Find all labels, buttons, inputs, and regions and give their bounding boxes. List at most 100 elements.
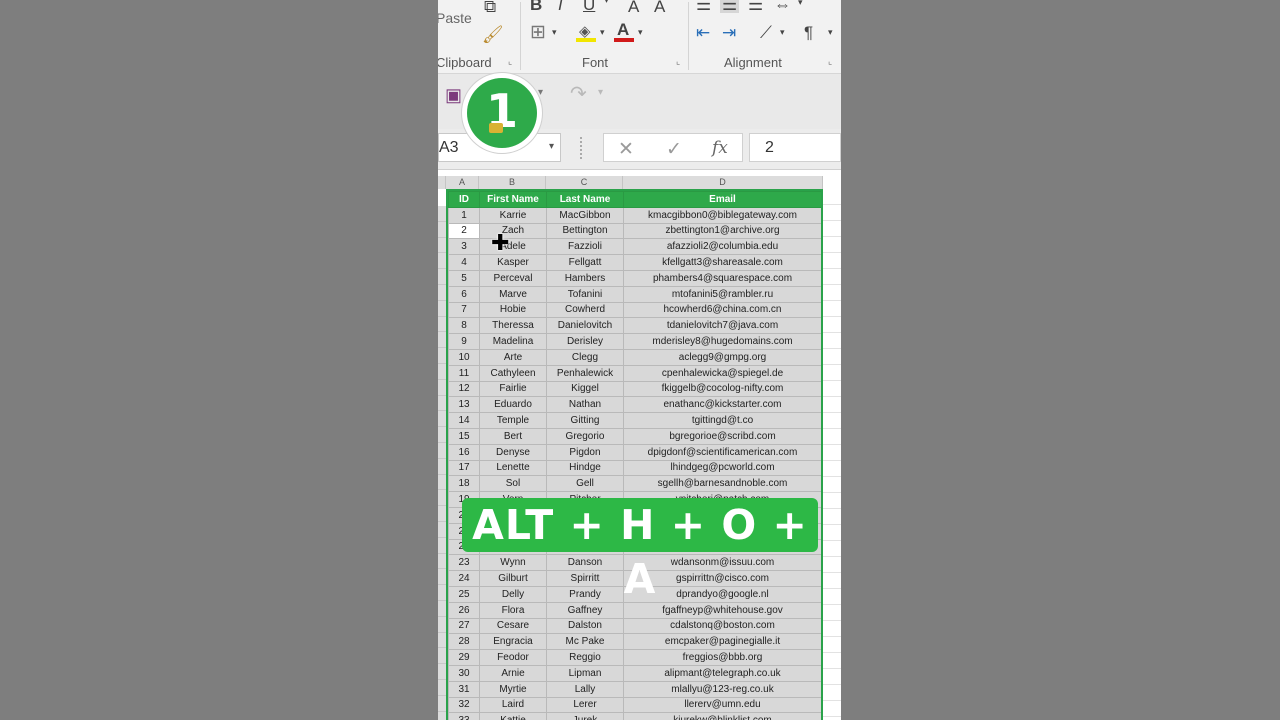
- cell-email[interactable]: kmacgibbon0@biblegateway.com: [623, 206, 822, 224]
- cell-first-name[interactable]: Madelina: [479, 333, 547, 350]
- cell-first-name[interactable]: Bert: [479, 427, 547, 445]
- cell-last-name[interactable]: Hindge: [546, 459, 624, 477]
- row-header[interactable]: [438, 553, 446, 570]
- cell-id[interactable]: 11: [448, 364, 480, 382]
- cell-email[interactable]: emcpaker@paginegialle.it: [623, 633, 822, 651]
- chevron-down-icon[interactable]: ▾: [638, 28, 643, 37]
- cell-email[interactable]: phambers4@squarespace.com: [623, 269, 822, 287]
- cell-first-name[interactable]: Engracia: [479, 633, 547, 651]
- formula-input[interactable]: 2: [749, 133, 841, 162]
- cell-id[interactable]: 14: [448, 412, 480, 429]
- cell-id[interactable]: 29: [448, 649, 480, 666]
- cell-last-name[interactable]: Danielovitch: [546, 317, 624, 335]
- align-right-icon[interactable]: ☰: [748, 0, 763, 13]
- grow-font-button[interactable]: A: [628, 0, 639, 15]
- column-header-b[interactable]: B: [479, 176, 546, 189]
- cell-last-name[interactable]: Jurek: [546, 712, 624, 720]
- align-left-icon[interactable]: ☰: [696, 0, 711, 13]
- row-header[interactable]: [438, 253, 446, 270]
- row-header[interactable]: [438, 680, 446, 696]
- cell-last-name[interactable]: Spirritt: [546, 570, 624, 587]
- row-header[interactable]: [438, 632, 446, 649]
- cell-first-name[interactable]: Fairlie: [479, 380, 547, 398]
- cell-id[interactable]: 27: [448, 617, 480, 635]
- row-header[interactable]: [438, 237, 446, 254]
- insert-function-icon[interactable]: fx: [712, 138, 728, 158]
- alignment-launcher-icon[interactable]: ⌞: [828, 56, 832, 67]
- cell-first-name[interactable]: Marve: [479, 285, 547, 303]
- cell-first-name[interactable]: Laird: [479, 696, 547, 714]
- cell-email[interactable]: zbettington1@archive.org: [623, 222, 822, 240]
- row-header[interactable]: [438, 206, 446, 222]
- row-header[interactable]: [438, 522, 446, 538]
- cell-email[interactable]: aclegg9@gmpg.org: [623, 348, 822, 366]
- cell-first-name[interactable]: Arnie: [479, 664, 547, 682]
- cell-last-name[interactable]: Lally: [546, 680, 624, 698]
- row-header[interactable]: [438, 664, 446, 680]
- cell-id[interactable]: 4: [448, 254, 480, 271]
- cell-first-name[interactable]: Karrie: [479, 206, 547, 224]
- cell-email[interactable]: alipmant@telegraph.co.uk: [623, 664, 822, 682]
- cell-email[interactable]: llererv@umn.edu: [623, 696, 822, 714]
- cell-last-name[interactable]: Clegg: [546, 348, 624, 366]
- chevron-down-icon[interactable]: ▾: [600, 28, 605, 37]
- cell-email[interactable]: sgellh@barnesandnoble.com: [623, 475, 822, 493]
- cell-last-name[interactable]: Kiggel: [546, 380, 624, 398]
- font-color-icon[interactable]: A: [614, 20, 634, 42]
- cell-last-name[interactable]: Danson: [546, 554, 624, 572]
- bold-button[interactable]: B: [530, 0, 542, 13]
- cell-last-name[interactable]: Cowherd: [546, 301, 624, 319]
- cell-email[interactable]: kfellgatt3@shareasale.com: [623, 254, 822, 271]
- cell-id[interactable]: 24: [448, 570, 480, 587]
- chevron-down-icon[interactable]: ▾: [828, 28, 833, 37]
- chevron-down-icon[interactable]: ▾: [598, 88, 603, 98]
- enter-icon[interactable]: ✓: [666, 138, 682, 161]
- cell-email[interactable]: bgregorioe@scribd.com: [623, 427, 822, 445]
- header-first-name[interactable]: First Name: [479, 191, 547, 208]
- cell-email[interactable]: enathanc@kickstarter.com: [623, 396, 822, 414]
- cell-first-name[interactable]: Kattie: [479, 712, 547, 720]
- cell-first-name[interactable]: Delly: [479, 585, 547, 603]
- cell-email[interactable]: cpenhalewicka@spiegel.de: [623, 364, 822, 382]
- cell-id[interactable]: 23: [448, 554, 480, 572]
- row-header[interactable]: [438, 221, 446, 238]
- cell-id[interactable]: 12: [448, 380, 480, 398]
- format-painter-icon[interactable]: 🖌: [482, 26, 504, 43]
- cell-email[interactable]: dpigdonf@scientificamerican.com: [623, 443, 822, 461]
- cell-last-name[interactable]: MacGibbon: [546, 206, 624, 224]
- cell-first-name[interactable]: Cathyleen: [479, 364, 547, 382]
- cell-first-name[interactable]: Feodor: [479, 649, 547, 666]
- cell-first-name[interactable]: Wynn: [479, 554, 547, 572]
- cell-id[interactable]: 5: [448, 269, 480, 287]
- cell-first-name[interactable]: Theressa: [479, 317, 547, 335]
- cell-last-name[interactable]: Hambers: [546, 269, 624, 287]
- cell-id[interactable]: 30: [448, 664, 480, 682]
- cell-id[interactable]: 16: [448, 443, 480, 461]
- cell-email[interactable]: cdalstonq@boston.com: [623, 617, 822, 635]
- cell-last-name[interactable]: Lerer: [546, 696, 624, 714]
- cell-last-name[interactable]: Gell: [546, 475, 624, 493]
- row-header[interactable]: [438, 316, 446, 333]
- cell-last-name[interactable]: Mc Pake: [546, 633, 624, 651]
- empty-grid-area[interactable]: [823, 189, 841, 720]
- row-header[interactable]: [438, 364, 446, 380]
- row-header[interactable]: [438, 601, 446, 617]
- cell-id[interactable]: 2: [448, 222, 480, 240]
- cell-email[interactable]: mtofanini5@rambler.ru: [623, 285, 822, 303]
- row-header[interactable]: [438, 506, 446, 522]
- save-icon[interactable]: ▣: [445, 86, 462, 104]
- cell-last-name[interactable]: Fellgatt: [546, 254, 624, 271]
- row-header[interactable]: [438, 300, 446, 317]
- cell-id[interactable]: 33: [448, 712, 480, 720]
- header-email[interactable]: Email: [623, 191, 822, 208]
- cell-last-name[interactable]: Fazzioli: [546, 238, 624, 256]
- cell-first-name[interactable]: Hobie: [479, 301, 547, 319]
- shrink-font-button[interactable]: A: [654, 0, 665, 15]
- cell-last-name[interactable]: Reggio: [546, 649, 624, 666]
- paste-label[interactable]: Paste: [438, 10, 472, 26]
- cell-id[interactable]: 25: [448, 585, 480, 603]
- cell-id[interactable]: 3: [448, 238, 480, 256]
- cell-last-name[interactable]: Tofanini: [546, 285, 624, 303]
- row-header[interactable]: [438, 458, 446, 475]
- row-header[interactable]: [438, 585, 446, 601]
